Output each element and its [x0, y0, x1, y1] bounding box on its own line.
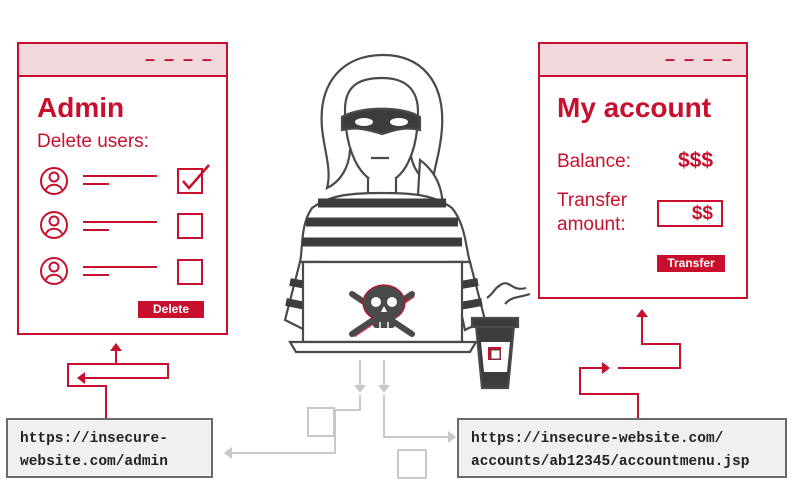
- transfer-button[interactable]: Transfer: [657, 255, 725, 272]
- balance-label: Balance:: [557, 151, 631, 172]
- admin-window: – – – – Admin Delete users: Delete: [17, 42, 228, 335]
- admin-url-connector: [67, 343, 169, 418]
- checkbox-checked-icon: [177, 168, 203, 194]
- transfer-amount-input[interactable]: $$: [657, 200, 723, 227]
- admin-url-line1: https://insecure-: [20, 431, 168, 447]
- admin-url-line2: website.com/admin: [20, 454, 168, 470]
- user-icon: [40, 211, 68, 239]
- account-url-line2: accounts/ab12345/accountmenu.jsp: [471, 454, 750, 470]
- window-bar-dashes: – – – –: [664, 49, 734, 69]
- window-title-bar: – – – –: [540, 44, 746, 77]
- admin-url-box: https://insecure- website.com/admin: [6, 418, 213, 478]
- account-title: My account: [557, 92, 712, 123]
- account-url-box: https://insecure-website.com/ accounts/a…: [457, 418, 787, 478]
- transfer-amount-label-line1: Transfer: [557, 190, 628, 211]
- checkbox-empty-icon: [177, 259, 203, 285]
- user-row-2: [40, 211, 203, 239]
- laptop-to-url-connectors: [224, 360, 456, 479]
- user-row-1: [40, 164, 210, 195]
- user-icon: [40, 167, 68, 195]
- checkbox-empty-icon: [177, 213, 203, 239]
- delete-button[interactable]: Delete: [138, 301, 204, 318]
- user-icon: [40, 257, 68, 285]
- transfer-amount-label-line2: amount:: [557, 214, 626, 235]
- account-window: – – – – My account Balance: $$$ Transfer…: [538, 42, 748, 299]
- user-row-3: [40, 257, 203, 285]
- balance-value: $$$: [678, 149, 714, 172]
- account-url-line1: https://insecure-website.com/: [471, 431, 724, 447]
- account-url-connector: [579, 309, 681, 418]
- user-list: [40, 164, 210, 285]
